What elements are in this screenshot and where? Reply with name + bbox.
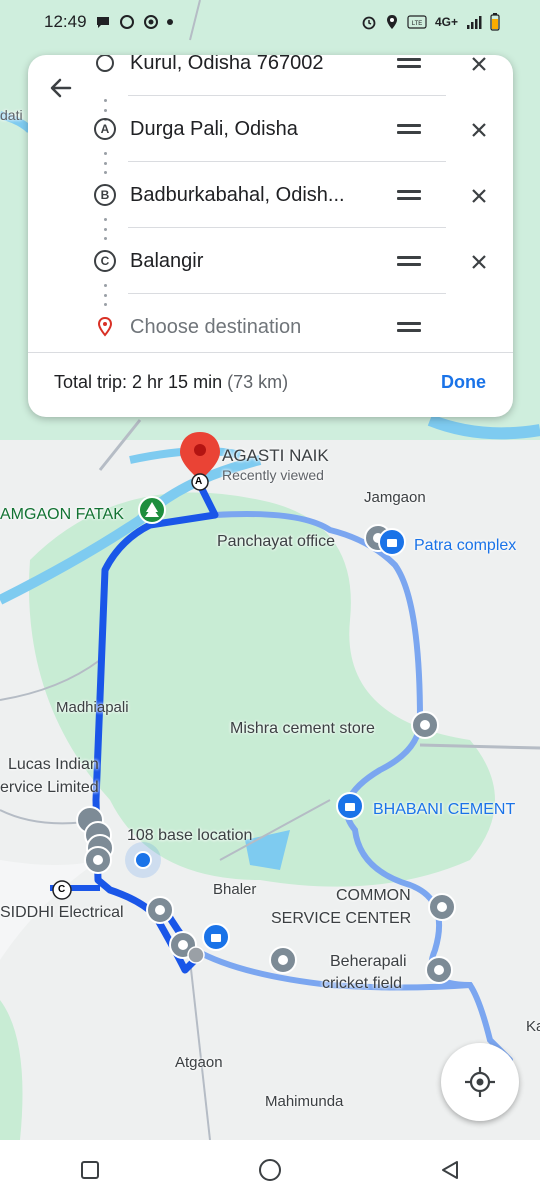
destination-pin-icon [97, 316, 113, 337]
recents-button[interactable] [60, 1150, 120, 1190]
remove-stop-button[interactable] [468, 55, 490, 75]
volte-icon: LTE [407, 15, 427, 29]
drag-handle-icon[interactable] [397, 322, 421, 334]
choose-destination-input[interactable]: Choose destination [130, 316, 390, 339]
stop-origin[interactable]: Kurul, Odisha 767002 [28, 55, 513, 97]
drag-handle-icon[interactable] [397, 190, 421, 202]
map-label-atgaon: Atgaon [175, 1054, 223, 1071]
stop-marker-a-icon: A [94, 118, 116, 140]
drag-handle-icon[interactable] [397, 256, 421, 268]
map-label-beherapali-1[interactable]: Beherapali [330, 953, 407, 971]
map-label-madhiapali: Madhiapali [56, 699, 129, 716]
map-label-jamgaon: Jamgaon [364, 489, 426, 506]
close-icon [472, 189, 486, 203]
stop-b[interactable]: B Badburkabahal, Odish... [28, 163, 513, 229]
remove-stop-button[interactable] [468, 251, 490, 273]
whatsapp-icon [119, 15, 134, 29]
home-button[interactable] [240, 1150, 300, 1190]
pin-c-letter: C [58, 884, 66, 895]
remove-stop-button[interactable] [468, 185, 490, 207]
map-label-beherapali-2[interactable]: cricket field [322, 975, 402, 993]
stop-b-label[interactable]: Badburkabahal, Odish... [130, 184, 390, 207]
directions-panel: Kurul, Odisha 767002 A Durga Pali, Odish… [28, 55, 513, 417]
close-icon [472, 123, 486, 137]
map-label-panchayat-office[interactable]: Panchayat office [217, 533, 335, 551]
map-label-lucas-1[interactable]: Lucas Indian [8, 756, 99, 774]
stop-a-label[interactable]: Durga Pali, Odisha [130, 118, 390, 141]
more-notifications-icon [166, 19, 173, 25]
stop-c[interactable]: C Balangir [28, 229, 513, 295]
map-label-ka: Ka [526, 1018, 540, 1035]
back-triangle-icon [442, 1161, 458, 1179]
recents-icon [81, 1161, 99, 1179]
home-icon [259, 1159, 281, 1181]
status-bar: 12:49 LTE 4G+ [0, 0, 540, 44]
close-icon [472, 255, 486, 269]
remove-stop-button[interactable] [468, 119, 490, 141]
map-label-common-1[interactable]: COMMON [336, 887, 411, 905]
status-time: 12:49 [44, 12, 87, 31]
origin-circle-icon [96, 55, 114, 72]
stop-a[interactable]: A Durga Pali, Odisha [28, 97, 513, 163]
my-location-button[interactable] [441, 1043, 519, 1121]
location-icon [386, 15, 397, 29]
done-button[interactable]: Done [441, 372, 486, 393]
pin-a-letter: A [195, 476, 203, 487]
map-label-108-base[interactable]: 108 base location [127, 827, 252, 845]
whatsapp-business-icon [143, 15, 158, 29]
trip-distance: (73 km) [227, 372, 289, 392]
crosshair-icon [465, 1067, 495, 1097]
stop-origin-label[interactable]: Kurul, Odisha 767002 [130, 55, 390, 75]
system-nav-bar [0, 1140, 540, 1200]
map-label-mishra-cement[interactable]: Mishra cement store [230, 720, 375, 738]
alarm-icon [362, 16, 376, 30]
svg-text:LTE: LTE [412, 21, 423, 27]
map-label-bhabani-cement[interactable]: BHABANI CEMENT [373, 801, 515, 819]
map-label-dati: dati [0, 107, 23, 123]
stop-marker-b-icon: B [94, 184, 116, 206]
network-type: 4G+ [434, 15, 458, 29]
battery-icon [490, 13, 500, 31]
trip-summary: Total trip: 2 hr 15 min (73 km) [54, 372, 288, 393]
map-label-patra-complex[interactable]: Patra complex [414, 537, 516, 555]
map-label-recently-viewed: Recently viewed [222, 467, 324, 483]
drag-handle-icon[interactable] [397, 124, 421, 136]
back-nav-button[interactable] [420, 1150, 480, 1190]
stop-c-label[interactable]: Balangir [130, 250, 390, 273]
map-label-agasti-naik[interactable]: AGASTI NAIK [222, 446, 329, 466]
map-label-bhaler: Bhaler [213, 881, 257, 898]
map-label-jamgaon-fatak[interactable]: AMGAON FATAK [0, 506, 124, 524]
stop-marker-c-icon: C [94, 250, 116, 272]
signal-icon [467, 16, 482, 29]
close-icon [472, 57, 486, 71]
trip-duration: Total trip: 2 hr 15 min [54, 372, 223, 392]
map-label-siddhi[interactable]: SIDDHI Electrical [0, 904, 124, 922]
drag-handle-icon[interactable] [397, 58, 421, 70]
map-label-common-2[interactable]: SERVICE CENTER [271, 910, 411, 928]
map-label-lucas-2[interactable]: ervice Limited [0, 779, 99, 797]
chat-icon [96, 17, 109, 28]
map-label-mahimunda: Mahimunda [265, 1093, 344, 1110]
